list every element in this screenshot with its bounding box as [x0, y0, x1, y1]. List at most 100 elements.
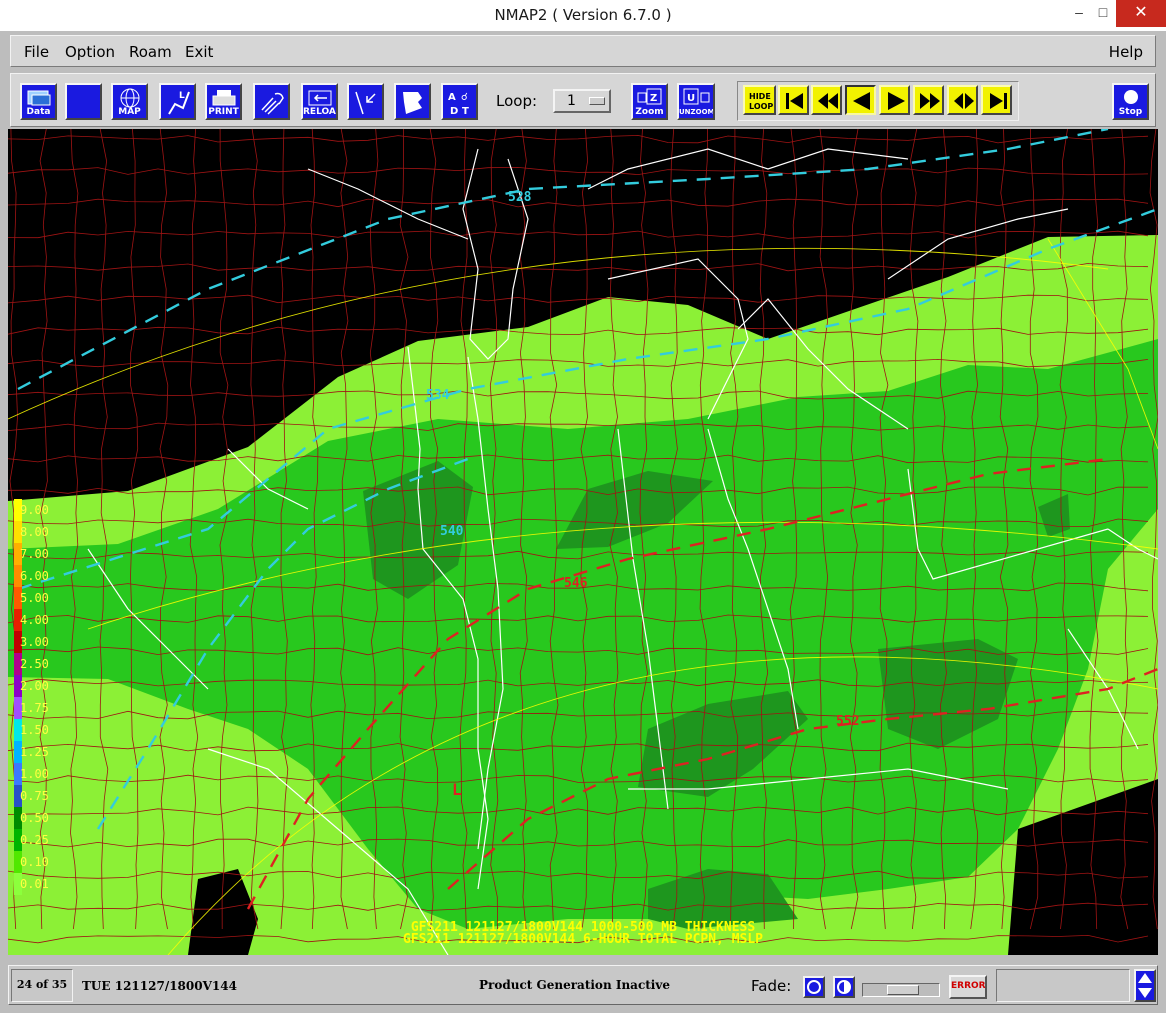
menu-file[interactable]: File [24, 43, 49, 61]
map-button[interactable]: MAP [111, 83, 148, 120]
cursor-arrow-icon [355, 91, 376, 115]
legend-row: 1.50 [8, 719, 68, 741]
error-button[interactable]: ERROR [949, 975, 987, 999]
fade-graphics-button[interactable] [833, 976, 855, 998]
wipe-button[interactable] [394, 83, 431, 120]
legend-label: 1.25 [20, 745, 49, 759]
legend-row: 7.00 [8, 543, 68, 565]
legend-label: 0.01 [20, 877, 49, 891]
text-symbols-icon: A ☌D T [448, 92, 469, 116]
hide-loop-icon: HIDELOOP [749, 92, 773, 111]
map-canvas[interactable]: 528 534 540 546 552 L 9.00 8.00 7.00 6.00 5.… [8, 129, 1158, 955]
svg-text:D: D [450, 106, 458, 116]
zoom-icon: Z [637, 88, 662, 105]
annotate-button[interactable]: A ☌ D T [441, 83, 478, 120]
play-forward-icon [888, 92, 905, 110]
locator-icon: L [168, 91, 190, 115]
map-caption: GFS211 121127/1800V144 1000-500 MB THICK… [8, 921, 1158, 947]
legend-label: 9.00 [20, 503, 49, 517]
dropdown-icon [589, 97, 605, 105]
contour-label-534: 534 [426, 388, 450, 403]
contour-label-546: 546 [564, 576, 588, 591]
play-backward-button[interactable] [845, 85, 876, 115]
fade-slider[interactable] [862, 983, 940, 997]
frame-counter: 24 of 35 [11, 969, 73, 1002]
legend-label: 4.00 [20, 613, 49, 627]
data-button-label: Data [26, 107, 51, 117]
svg-text:A: A [448, 92, 456, 103]
rock-icon [954, 93, 974, 109]
legend-label: 0.75 [20, 789, 49, 803]
reload-icon [308, 90, 332, 106]
locator-button[interactable]: L [159, 83, 196, 120]
message-scroll-button[interactable] [1134, 969, 1156, 1002]
menu-roam[interactable]: Roam [129, 43, 172, 61]
map-caption-line2: GFS211 121127/1800V144 6-HOUR TOTAL PCPN… [402, 932, 764, 947]
legend-label: 2.50 [20, 657, 49, 671]
toolbar: Data MAP L PRINT RELOAD A ☌DT Loop: 1 Z Z… [10, 73, 1156, 127]
reload-button[interactable]: RELOAD [301, 83, 338, 120]
first-frame-button[interactable] [778, 85, 809, 115]
menu-help[interactable]: Help [1109, 43, 1143, 61]
precip-legend: 9.00 8.00 7.00 6.00 5.00 4.00 3.00 2.50 2.00 1.75… [8, 499, 68, 909]
legend-row: 0.75 [8, 785, 68, 807]
zoom-button[interactable]: Z Zoom [631, 83, 668, 120]
loop-select[interactable]: 1 [553, 89, 611, 113]
loop-label: Loop: [496, 92, 538, 110]
legend-row: 0.10 [8, 851, 68, 873]
unzoom-icon: U [683, 88, 710, 105]
stop-button[interactable]: Stop [1112, 83, 1149, 120]
fade-image-button[interactable] [803, 976, 825, 998]
legend-row: 8.00 [8, 521, 68, 543]
legend-label: 7.00 [20, 547, 49, 561]
reload-button-label: RELOAD [303, 107, 336, 117]
print-button-label: PRINT [208, 107, 239, 117]
svg-text:LOOP: LOOP [749, 102, 773, 111]
legend-label: 8.00 [20, 525, 49, 539]
legend-label: 1.75 [20, 701, 49, 715]
stop-icon [1124, 90, 1138, 104]
legend-label: 0.50 [20, 811, 49, 825]
step-back-button[interactable] [811, 85, 842, 115]
svg-text:U: U [687, 93, 695, 104]
svg-text:Z: Z [650, 93, 657, 104]
data-button[interactable]: Data [20, 83, 57, 120]
unzoom-button[interactable]: U UNZOOM [677, 83, 715, 120]
legend-row: 9.00 [8, 499, 68, 521]
step-back-icon [818, 93, 838, 109]
stop-button-label: Stop [1118, 107, 1143, 117]
play-forward-button[interactable] [879, 85, 910, 115]
maximize-button[interactable]: □ [1086, 0, 1120, 27]
legend-row: 0.01 [8, 873, 68, 895]
svg-text:L: L [179, 91, 185, 101]
legend-row: 1.00 [8, 763, 68, 785]
contour-label-528: 528 [508, 190, 532, 205]
play-backward-icon [853, 92, 870, 110]
print-button[interactable]: PRINT [205, 83, 242, 120]
hide-loop-button[interactable]: HIDE LOOP [743, 85, 776, 115]
legend-row: 2.00 [8, 675, 68, 697]
data-icon [27, 90, 51, 106]
close-button[interactable]: ✕ [1116, 0, 1166, 27]
legend-label: 3.00 [20, 635, 49, 649]
blank-button[interactable] [65, 83, 102, 120]
product-status: Product Generation Inactive [479, 978, 670, 992]
rock-button[interactable] [947, 85, 978, 115]
fade-label: Fade: [751, 977, 792, 995]
legend-label: 0.10 [20, 855, 49, 869]
clear-button[interactable] [253, 83, 290, 120]
menu-option[interactable]: Option [65, 43, 115, 61]
hand-sweep-icon [261, 92, 284, 115]
step-forward-button[interactable] [913, 85, 944, 115]
legend-label: 0.25 [20, 833, 49, 847]
up-down-arrows-icon [1138, 973, 1152, 998]
last-frame-button[interactable] [981, 85, 1012, 115]
circle-outline-icon [807, 980, 821, 994]
menu-exit[interactable]: Exit [185, 43, 213, 61]
last-frame-icon [990, 93, 1007, 109]
legend-row: 5.00 [8, 587, 68, 609]
legend-label: 6.00 [20, 569, 49, 583]
fade-slider-thumb[interactable] [887, 985, 919, 995]
legend-row: 1.25 [8, 741, 68, 763]
cursor-button[interactable] [347, 83, 384, 120]
